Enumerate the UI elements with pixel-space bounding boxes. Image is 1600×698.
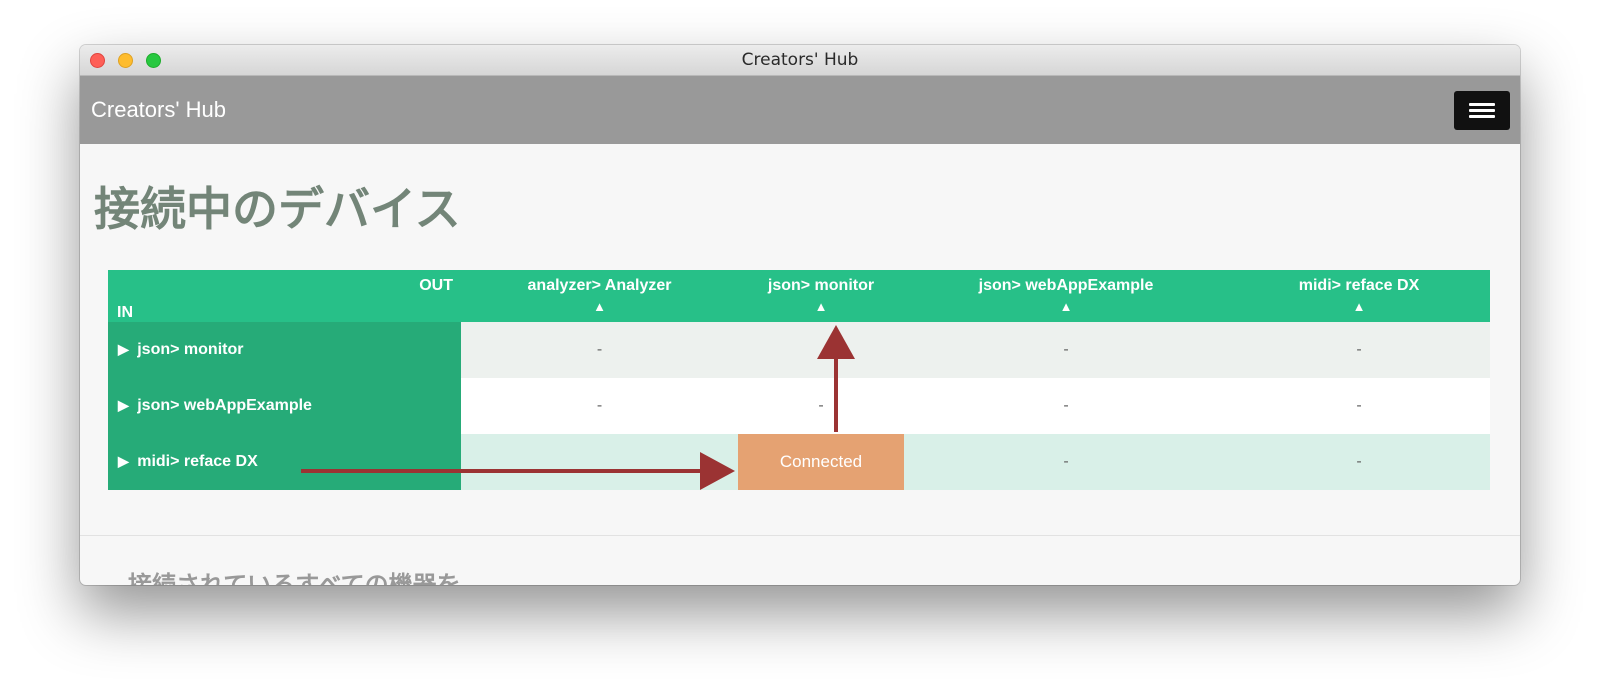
hamburger-menu-icon bbox=[1469, 115, 1495, 118]
window-titlebar: Creators' Hub bbox=[80, 45, 1520, 76]
matrix-cell[interactable]: - bbox=[904, 434, 1228, 490]
row-label: json> webAppExample bbox=[137, 397, 312, 414]
matrix-cell[interactable]: - bbox=[904, 378, 1228, 434]
row-label: midi> reface DX bbox=[137, 453, 258, 470]
triangle-up-icon: ▲ bbox=[1352, 299, 1366, 314]
matrix-cell[interactable]: - bbox=[461, 378, 738, 434]
matrix-corner: OUT IN bbox=[108, 270, 461, 322]
row-header-json-monitor[interactable]: ▶ json> monitor bbox=[108, 322, 461, 378]
column-header-analyzer[interactable]: analyzer> Analyzer ▲ bbox=[461, 270, 738, 322]
in-label: IN bbox=[117, 304, 133, 321]
page-title: 接続中のデバイス bbox=[94, 182, 461, 236]
connected-cell[interactable]: Connected bbox=[738, 434, 904, 490]
hamburger-menu-icon bbox=[1469, 103, 1495, 106]
play-icon: ▶ bbox=[118, 341, 129, 357]
matrix-cell[interactable]: - bbox=[1228, 378, 1490, 434]
play-icon: ▶ bbox=[118, 453, 129, 469]
column-label: json> monitor bbox=[767, 277, 875, 294]
triangle-up-icon: ▲ bbox=[814, 299, 828, 314]
matrix-cell[interactable]: - bbox=[461, 322, 738, 378]
column-label: analyzer> Analyzer bbox=[527, 277, 672, 294]
connection-matrix: OUT IN analyzer> Analyzer ▲ json> monito… bbox=[108, 270, 1490, 490]
row-header-midi-reface-dx[interactable]: ▶ midi> reface DX bbox=[108, 434, 461, 490]
out-label: OUT bbox=[419, 277, 453, 294]
hamburger-menu-icon bbox=[1469, 109, 1495, 112]
app-window: Creators' Hub Creators' Hub 接続中のデバイス OUT… bbox=[80, 45, 1520, 585]
menu-toggle-button[interactable] bbox=[1454, 91, 1510, 130]
matrix-cell[interactable]: - bbox=[904, 322, 1228, 378]
triangle-up-icon: ▲ bbox=[593, 299, 606, 314]
window-title: Creators' Hub bbox=[741, 50, 859, 70]
play-icon: ▶ bbox=[118, 397, 129, 413]
column-label: json> webAppExample bbox=[978, 277, 1154, 294]
row-label: json> monitor bbox=[137, 341, 244, 358]
navbar: Creators' Hub bbox=[80, 76, 1520, 144]
matrix-cell[interactable] bbox=[461, 434, 738, 490]
row-header-json-webappexample[interactable]: ▶ json> webAppExample bbox=[108, 378, 461, 434]
matrix-cell[interactable]: - bbox=[738, 378, 904, 434]
table-row: ▶ json> monitor - - - bbox=[108, 322, 1490, 378]
section-divider bbox=[80, 535, 1520, 536]
table-row: ▶ json> webAppExample - - - - bbox=[108, 378, 1490, 434]
matrix-cell[interactable] bbox=[738, 322, 904, 378]
column-label: midi> reface DX bbox=[1298, 277, 1420, 294]
matrix-cell[interactable]: - bbox=[1228, 434, 1490, 490]
column-header-midi-reface-dx[interactable]: midi> reface DX ▲ bbox=[1228, 270, 1490, 322]
next-section-title: 接続されているすべての機器を bbox=[128, 571, 461, 585]
matrix-header-row: OUT IN analyzer> Analyzer ▲ json> monito… bbox=[108, 270, 1490, 322]
column-header-json-webappexample[interactable]: json> webAppExample ▲ bbox=[904, 270, 1228, 322]
brand-link[interactable]: Creators' Hub bbox=[91, 76, 226, 144]
table-row: ▶ midi> reface DX Connected - - bbox=[108, 434, 1490, 490]
column-header-json-monitor[interactable]: json> monitor ▲ bbox=[738, 270, 904, 322]
matrix-cell[interactable]: - bbox=[1228, 322, 1490, 378]
triangle-up-icon: ▲ bbox=[1059, 299, 1073, 314]
